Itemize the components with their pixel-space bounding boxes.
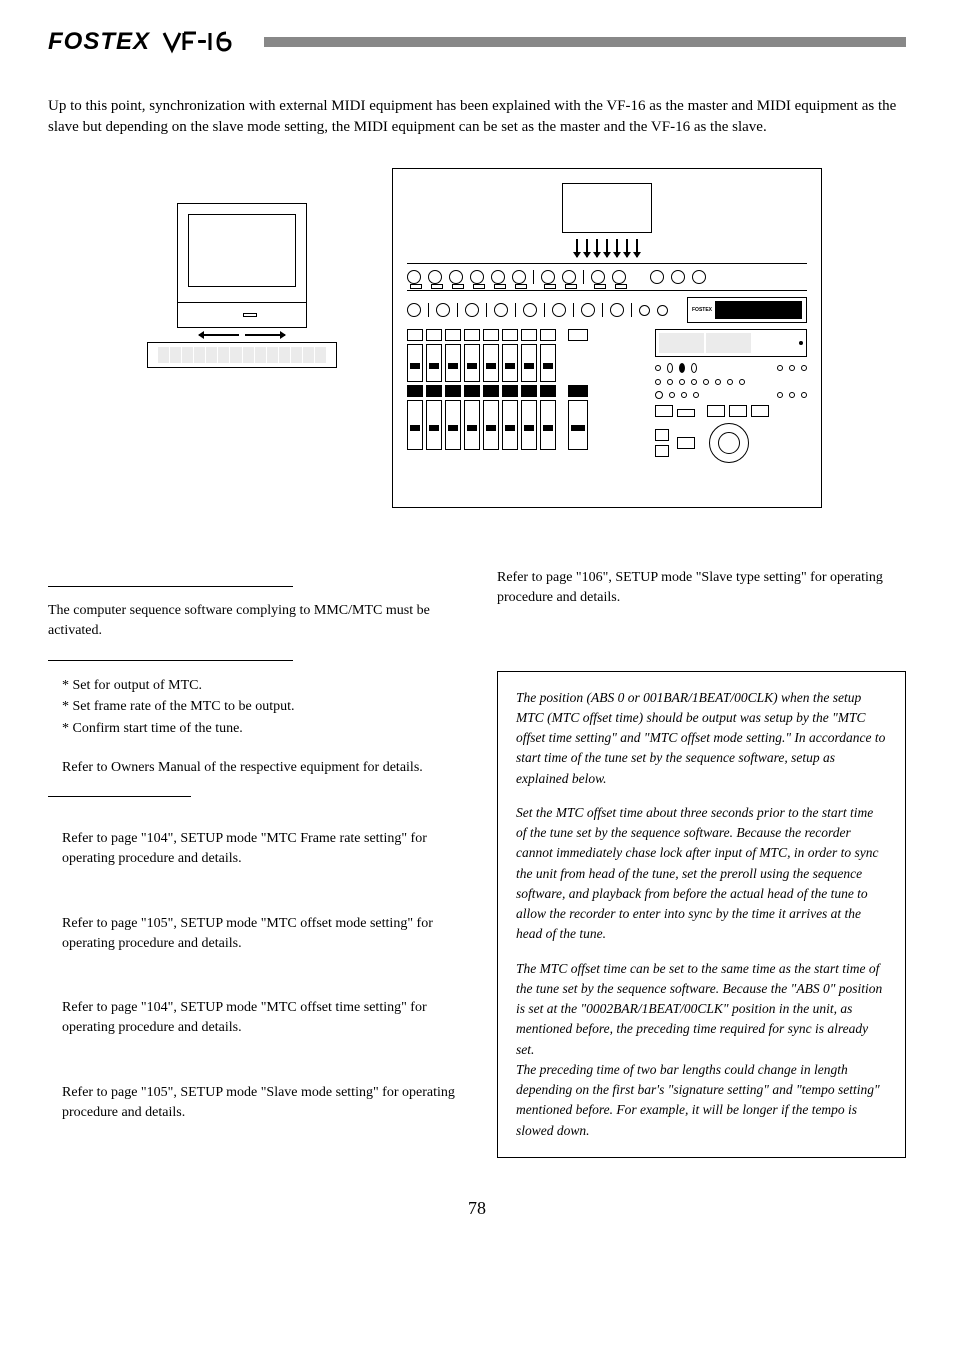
transport-buttons (655, 405, 807, 417)
model-name (162, 28, 234, 56)
arrow-row (199, 334, 285, 336)
note-p3: The MTC offset time can be set to the sa… (516, 959, 887, 1141)
brand-logotype: FOSTEX (48, 28, 150, 56)
master-transport-section (655, 329, 807, 463)
left-p5: Refer to page "104", SETUP mode "MTC off… (62, 998, 457, 1039)
left-p3: Refer to page "104", SETUP mode "MTC Fra… (62, 829, 457, 870)
channel-strips (407, 329, 649, 463)
jog-dial-icon (709, 423, 749, 463)
left-p6: Refer to page "105", SETUP mode "Slave m… (62, 1083, 457, 1124)
connection-diagram: FOSTEX (48, 168, 906, 508)
bullet-start-time: * Confirm start time of the tune. (62, 718, 457, 740)
section-divider (48, 660, 293, 661)
arrow-down-icon (596, 239, 598, 257)
right-p1: Refer to page "106", SETUP mode "Slave t… (497, 568, 906, 609)
system-unit-icon (177, 303, 307, 328)
note-p1: The position (ABS 0 or 001BAR/1BEAT/00CL… (516, 688, 887, 789)
left-p1: The computer sequence software complying… (48, 601, 457, 642)
left-p2: Refer to Owners Manual of the respective… (62, 758, 457, 778)
left-p4: Refer to page "105", SETUP mode "MTC off… (62, 914, 457, 955)
top-knob-row (407, 270, 807, 284)
bullet-mtc-output: * Set for output of MTC. (62, 675, 457, 697)
bullet-frame-rate: * Set frame rate of the MTC to be output… (62, 696, 457, 718)
intro-paragraph: Up to this point, synchronization with e… (48, 96, 906, 138)
arrow-left-icon (199, 334, 239, 336)
keyboard-icon (147, 342, 337, 368)
mixer-display: FOSTEX (687, 297, 807, 323)
arrow-down-icon (576, 239, 578, 257)
arrow-down-icon (626, 239, 628, 257)
header-rule-bar (264, 37, 906, 47)
monitor-icon (177, 203, 307, 303)
arrow-down-icon (606, 239, 608, 257)
page-number: 78 (48, 1198, 906, 1259)
mixer-brand-label: FOSTEX (692, 307, 712, 313)
left-column: The computer sequence software complying… (48, 568, 457, 1158)
section-divider (48, 796, 191, 797)
note-box: The position (ABS 0 or 001BAR/1BEAT/00CL… (497, 671, 906, 1158)
note-p2: Set the MTC offset time about three seco… (516, 803, 887, 945)
arrow-right-icon (245, 334, 285, 336)
computer-illustration (132, 168, 352, 368)
arrow-down-icon (616, 239, 618, 257)
arrow-down-icon (636, 239, 638, 257)
right-column: Refer to page "106", SETUP mode "Slave t… (497, 568, 906, 1158)
second-knob-row: FOSTEX (407, 297, 807, 323)
page-header: FOSTEX (0, 0, 954, 56)
mixer-illustration: FOSTEX (392, 168, 822, 508)
model-wordmark-icon (162, 28, 234, 56)
arrow-down-icon (586, 239, 588, 257)
section-divider (48, 586, 293, 587)
mixer-lcd-icon (562, 183, 652, 233)
